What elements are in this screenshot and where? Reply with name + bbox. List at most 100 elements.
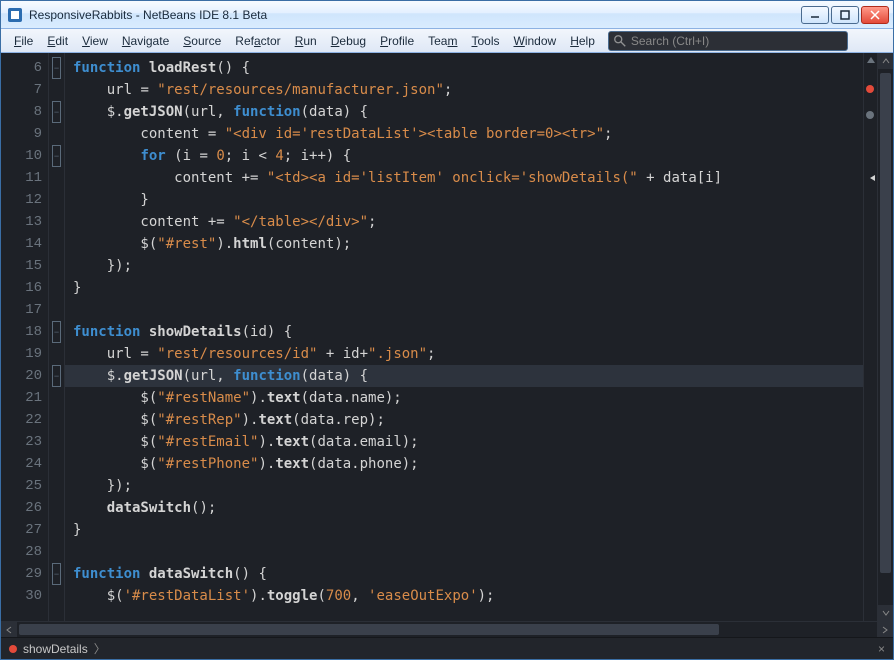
minimize-button[interactable] — [801, 6, 829, 24]
menu-item[interactable]: Debug — [324, 31, 373, 51]
line-number[interactable]: 10 — [1, 145, 48, 167]
menu-item[interactable]: Edit — [40, 31, 75, 51]
fold-gutter[interactable]: − − − − − − — [49, 53, 65, 621]
line-number[interactable]: 17 — [1, 299, 48, 321]
line-number[interactable]: 19 — [1, 343, 48, 365]
code-line[interactable]: } — [65, 189, 863, 211]
fold-toggle[interactable]: − — [52, 365, 61, 387]
minimize-icon — [810, 10, 820, 20]
line-number[interactable]: 12 — [1, 189, 48, 211]
line-number[interactable]: 20 — [1, 365, 48, 387]
fold-toggle[interactable]: − — [52, 563, 61, 585]
code-line[interactable]: $("#restEmail").text(data.email); — [65, 431, 863, 453]
code-line[interactable]: $("#restRep").text(data.rep); — [65, 409, 863, 431]
marker[interactable] — [866, 111, 874, 119]
code-line[interactable]: }); — [65, 475, 863, 497]
menu-item[interactable]: Window — [507, 31, 564, 51]
chevron-up-icon — [882, 57, 890, 65]
menu-item[interactable]: Profile — [373, 31, 421, 51]
line-number[interactable]: 11 — [1, 167, 48, 189]
scroll-right-button[interactable] — [877, 622, 893, 638]
vertical-scrollbar[interactable] — [877, 53, 893, 621]
code-line[interactable]: $('#restDataList').toggle(700, 'easeOutE… — [65, 585, 863, 607]
close-button[interactable] — [861, 6, 889, 24]
code-line[interactable]: function dataSwitch() { — [65, 563, 863, 585]
code-editor[interactable]: function loadRest() { url = "rest/resour… — [65, 53, 863, 621]
scroll-thumb-h[interactable] — [19, 624, 719, 635]
line-number[interactable]: 9 — [1, 123, 48, 145]
quick-search[interactable] — [608, 31, 848, 51]
breadcrumb-dot-icon — [9, 645, 17, 653]
scroll-left-button[interactable] — [1, 622, 17, 638]
code-line[interactable]: content += "</table></div>"; — [65, 211, 863, 233]
search-icon — [613, 34, 627, 48]
line-number[interactable]: 13 — [1, 211, 48, 233]
chevron-right-icon — [881, 626, 889, 634]
code-line[interactable]: url = "rest/resources/manufacturer.json"… — [65, 79, 863, 101]
fold-toggle[interactable]: − — [52, 321, 61, 343]
close-icon — [870, 10, 880, 20]
line-number[interactable]: 24 — [1, 453, 48, 475]
line-number[interactable]: 22 — [1, 409, 48, 431]
line-number[interactable]: 23 — [1, 431, 48, 453]
scroll-up-button[interactable] — [878, 53, 893, 69]
code-line[interactable]: } — [65, 519, 863, 541]
line-number[interactable]: 30 — [1, 585, 48, 607]
search-input[interactable] — [631, 34, 843, 48]
scroll-thumb[interactable] — [880, 73, 891, 573]
titlebar[interactable]: ResponsiveRabbits - NetBeans IDE 8.1 Bet… — [1, 1, 893, 29]
code-line[interactable]: } — [65, 277, 863, 299]
line-number[interactable]: 7 — [1, 79, 48, 101]
fold-toggle[interactable]: − — [52, 101, 61, 123]
line-number[interactable]: 28 — [1, 541, 48, 563]
fold-toggle[interactable]: − — [52, 57, 61, 79]
window-title: ResponsiveRabbits - NetBeans IDE 8.1 Bet… — [29, 8, 801, 22]
line-number-gutter[interactable]: 6789101112131415161718192021222324252627… — [1, 53, 49, 621]
fold-toggle[interactable]: − — [52, 145, 61, 167]
code-line[interactable] — [65, 541, 863, 563]
code-line[interactable]: function showDetails(id) { — [65, 321, 863, 343]
breadcrumb-function[interactable]: showDetails — [23, 642, 88, 656]
line-number[interactable]: 16 — [1, 277, 48, 299]
code-line[interactable]: $("#rest").html(content); — [65, 233, 863, 255]
line-number[interactable]: 18 — [1, 321, 48, 343]
code-line[interactable] — [65, 299, 863, 321]
menu-item[interactable]: Tools — [464, 31, 506, 51]
code-line[interactable]: }); — [65, 255, 863, 277]
horizontal-scrollbar[interactable] — [1, 621, 893, 637]
menu-item[interactable]: Run — [288, 31, 324, 51]
error-stripe[interactable] — [863, 53, 877, 621]
editor-area: 6789101112131415161718192021222324252627… — [1, 53, 893, 621]
code-line[interactable]: dataSwitch(); — [65, 497, 863, 519]
menu-item[interactable]: File — [7, 31, 40, 51]
code-line[interactable]: $("#restPhone").text(data.phone); — [65, 453, 863, 475]
code-line[interactable]: $.getJSON(url, function(data) { — [65, 101, 863, 123]
menu-item[interactable]: Refactor — [228, 31, 287, 51]
line-number[interactable]: 14 — [1, 233, 48, 255]
line-number[interactable]: 21 — [1, 387, 48, 409]
menu-item[interactable]: View — [75, 31, 115, 51]
menu-item[interactable]: Team — [421, 31, 464, 51]
error-marker[interactable] — [866, 85, 874, 93]
code-line[interactable]: content = "<div id='restDataList'><table… — [65, 123, 863, 145]
code-line[interactable]: content += "<td><a id='listItem' onclick… — [65, 167, 863, 189]
code-line[interactable]: url = "rest/resources/id" + id+".json"; — [65, 343, 863, 365]
menubar: FileEditViewNavigateSourceRefactorRunDeb… — [1, 29, 893, 53]
statusbar-close-button[interactable]: × — [878, 642, 885, 656]
line-number[interactable]: 25 — [1, 475, 48, 497]
line-number[interactable]: 8 — [1, 101, 48, 123]
menu-item[interactable]: Source — [176, 31, 228, 51]
maximize-button[interactable] — [831, 6, 859, 24]
code-line[interactable]: $.getJSON(url, function(data) { — [65, 365, 863, 387]
code-line[interactable]: function loadRest() { — [65, 57, 863, 79]
line-number[interactable]: 29 — [1, 563, 48, 585]
code-line[interactable]: for (i = 0; i < 4; i++) { — [65, 145, 863, 167]
line-number[interactable]: 26 — [1, 497, 48, 519]
scroll-down-button[interactable] — [878, 605, 893, 621]
line-number[interactable]: 15 — [1, 255, 48, 277]
code-line[interactable]: $("#restName").text(data.name); — [65, 387, 863, 409]
line-number[interactable]: 6 — [1, 57, 48, 79]
menu-item[interactable]: Navigate — [115, 31, 176, 51]
menu-item[interactable]: Help — [563, 31, 602, 51]
line-number[interactable]: 27 — [1, 519, 48, 541]
